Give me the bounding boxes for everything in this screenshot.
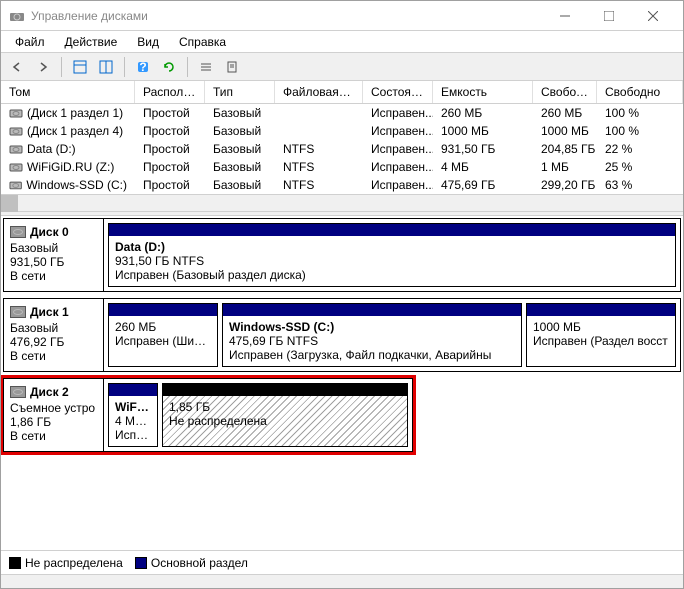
menu-help[interactable]: Справка [169,33,236,51]
forward-button[interactable] [31,55,55,79]
help-button[interactable]: ? [131,55,155,79]
menu-file[interactable]: Файл [5,33,55,51]
volume-cap [109,384,157,396]
table-row[interactable]: Data (D:)ПростойБазовыйNTFSИсправен...93… [1,140,683,158]
volume-sub: 1,85 ГБ [169,400,401,414]
volume-sub: 931,50 ГБ NTFS [115,254,669,268]
table-rows: (Диск 1 раздел 1)ПростойБазовыйИсправен.… [1,104,683,194]
legend-primary: Основной раздел [135,556,248,570]
col-sost[interactable]: Состояние [363,81,433,103]
disk-info: Диск 2 Съемное устро 1,86 ГБ В сети [4,379,104,451]
maximize-button[interactable] [587,2,631,30]
app-icon [9,8,25,24]
toolbar-separator [187,57,188,77]
col-raspo[interactable]: Располо... [135,81,205,103]
disk-name: Диск 2 [30,385,69,399]
toolbar-btn-list[interactable] [194,55,218,79]
legend-unallocated: Не распределена [9,556,123,570]
volume-stat: Исправен (Раздел восст [533,334,669,348]
swatch-unalloc [9,557,21,569]
disk-map: Диск 0 Базовый 931,50 ГБ В сети Data (D:… [1,216,683,550]
volume-cap [109,304,217,316]
volume-sub: 1000 МБ [533,320,669,334]
disk-size: 1,86 ГБ [10,415,97,429]
toolbar-separator [124,57,125,77]
bottom-strip [1,574,683,588]
volume-stat: Не распределена [169,414,401,428]
disk-type: Базовый [10,241,97,255]
disk-icon [10,226,26,238]
disk-size: 931,50 ГБ [10,255,97,269]
volume-table: Том Располо... Тип Файловая с... Состоян… [1,81,683,211]
col-tip[interactable]: Тип [205,81,275,103]
disk-name: Диск 0 [30,225,69,239]
disk-icon [10,386,26,398]
volume-stat: Исправен (Шифро [115,334,211,348]
menu-view[interactable]: Вид [127,33,169,51]
menubar: Файл Действие Вид Справка [1,31,683,53]
disk-icon [10,306,26,318]
refresh-button[interactable] [157,55,181,79]
toolbar-btn-view[interactable] [68,55,92,79]
titlebar: Управление дисками [1,1,683,31]
minimize-button[interactable] [543,2,587,30]
menu-action[interactable]: Действие [55,33,128,51]
window-title: Управление дисками [31,9,543,23]
volume-stat: Исправ [115,428,151,442]
table-header: Том Располо... Тип Файловая с... Состоян… [1,81,683,104]
toolbar-btn-props[interactable] [220,55,244,79]
volume-stat: Исправен (Загрузка, Файл подкачки, Авари… [229,348,515,362]
disk-info: Диск 0 Базовый 931,50 ГБ В сети [4,219,104,291]
table-row[interactable]: (Диск 1 раздел 1)ПростойБазовыйИсправен.… [1,104,683,122]
volume-cap [163,384,407,396]
svg-text:?: ? [139,60,146,74]
volume-name: Data (D:) [115,240,669,254]
disk-type: Съемное устро [10,401,97,415]
disk-status: В сети [10,429,97,443]
disk-info: Диск 1 Базовый 476,92 ГБ В сети [4,299,104,371]
disk-name: Диск 1 [30,305,69,319]
close-button[interactable] [631,2,675,30]
col-tom[interactable]: Том [1,81,135,103]
back-button[interactable] [5,55,29,79]
volume-box[interactable]: WiFiGi 4 МБ N Исправ [108,383,158,447]
legend: Не распределена Основной раздел [1,550,683,574]
disk-row-0[interactable]: Диск 0 Базовый 931,50 ГБ В сети Data (D:… [3,218,681,292]
table-row[interactable]: Windows-SSD (C:)ПростойБазовыйNTFSИсправ… [1,176,683,194]
col-svob[interactable]: Свобод... [533,81,597,103]
table-row[interactable]: (Диск 1 раздел 4)ПростойБазовыйИсправен.… [1,122,683,140]
disk-row-2[interactable]: Диск 2 Съемное устро 1,86 ГБ В сети WiFi… [3,378,413,452]
disk-size: 476,92 ГБ [10,335,97,349]
volume-name: Windows-SSD (C:) [229,320,515,334]
volume-cap [223,304,521,316]
volume-box[interactable]: Data (D:) 931,50 ГБ NTFS Исправен (Базов… [108,223,676,287]
table-row[interactable]: WiFiGiD.RU (Z:)ПростойБазовыйNTFSИсправе… [1,158,683,176]
volume-cap [527,304,675,316]
toolbar: ? [1,53,683,81]
col-svobp[interactable]: Свободно [597,81,683,103]
volume-box-unallocated[interactable]: 1,85 ГБ Не распределена [162,383,408,447]
h-scrollbar[interactable] [1,194,683,211]
volume-box[interactable]: 1000 МБ Исправен (Раздел восст [526,303,676,367]
disk-status: В сети [10,269,97,283]
disk-type: Базовый [10,321,97,335]
volume-box[interactable]: 260 МБ Исправен (Шифро [108,303,218,367]
swatch-primary [135,557,147,569]
volume-cap [109,224,675,236]
col-emk[interactable]: Емкость [433,81,533,103]
volume-sub: 4 МБ N [115,414,151,428]
disk-status: В сети [10,349,97,363]
toolbar-separator [61,57,62,77]
volume-stat: Исправен (Базовый раздел диска) [115,268,669,282]
toolbar-btn-view2[interactable] [94,55,118,79]
volume-name: WiFiGi [115,400,151,414]
disk-row-1[interactable]: Диск 1 Базовый 476,92 ГБ В сети 260 МБ И… [3,298,681,372]
col-fs[interactable]: Файловая с... [275,81,363,103]
volume-box[interactable]: Windows-SSD (C:) 475,69 ГБ NTFS Исправен… [222,303,522,367]
volume-sub: 475,69 ГБ NTFS [229,334,515,348]
volume-sub: 260 МБ [115,320,211,334]
